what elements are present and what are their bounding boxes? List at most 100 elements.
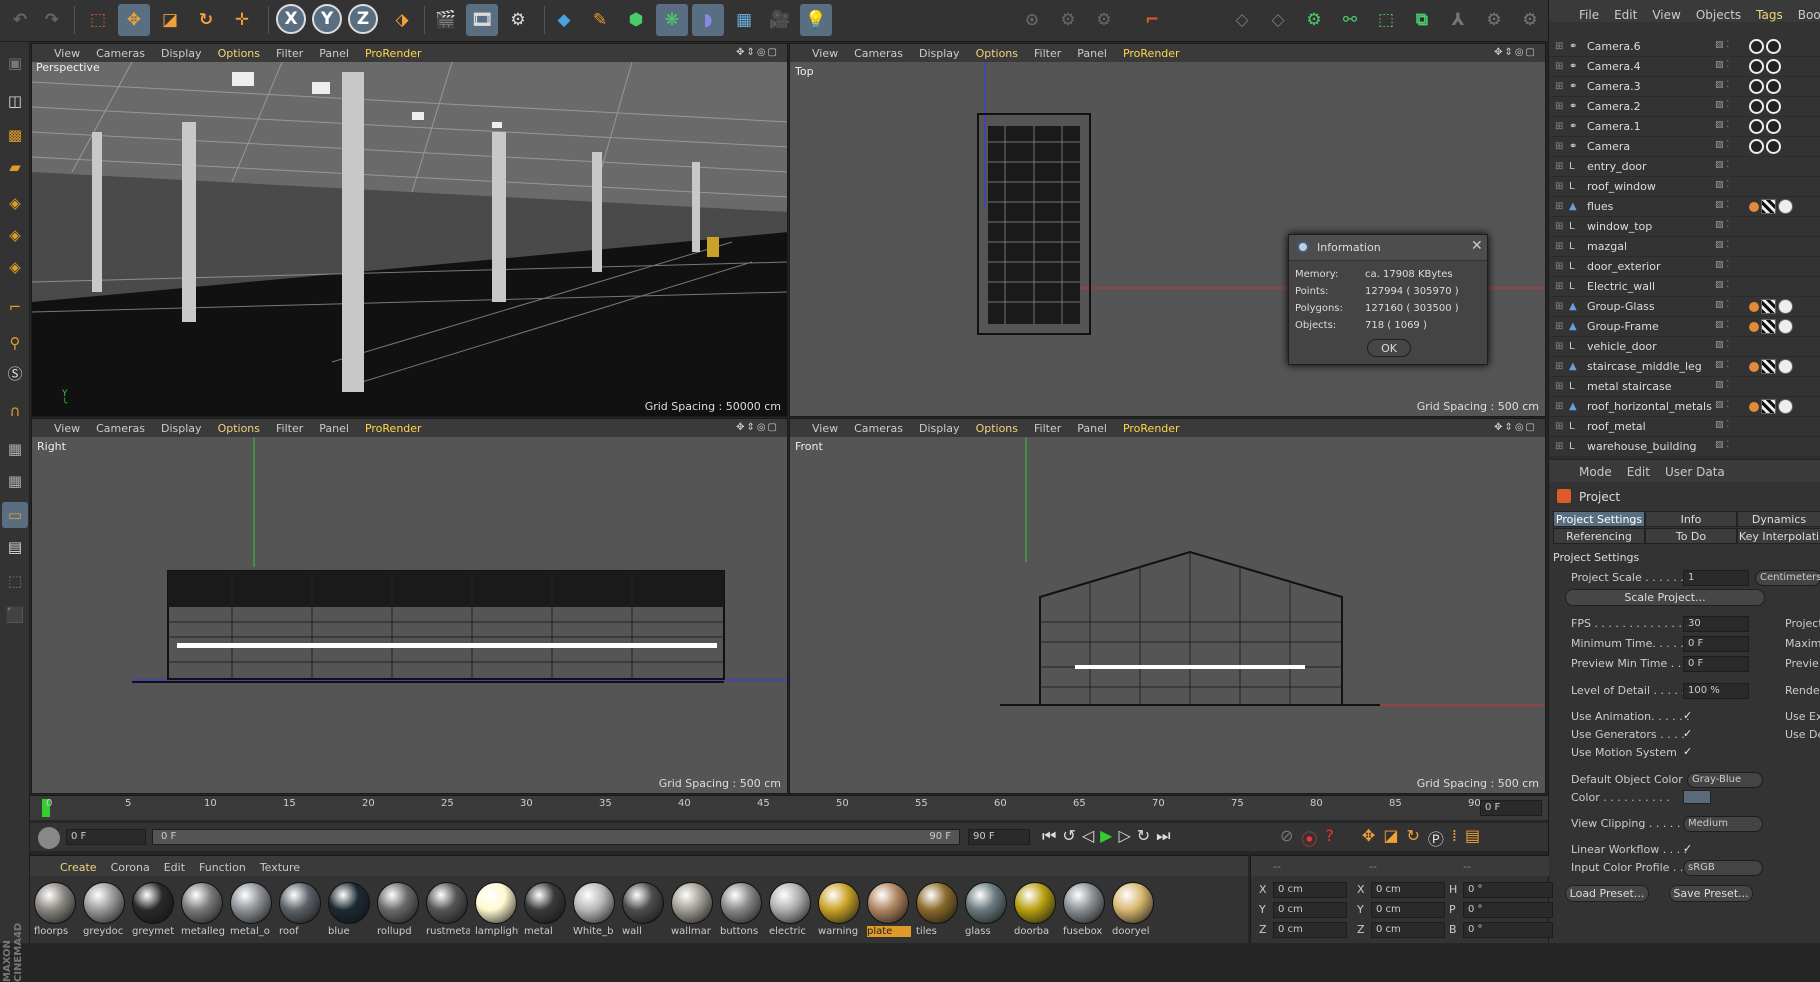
material-swatch[interactable]: White_b xyxy=(573,882,617,942)
axis-icon[interactable]: ⌐ xyxy=(2,294,28,320)
menu-view[interactable]: View xyxy=(812,47,838,60)
key-position-icon[interactable]: ✥ xyxy=(1362,826,1375,850)
workplane-mode-icon[interactable]: ▰ xyxy=(2,154,28,180)
menu-edit[interactable]: Edit xyxy=(1614,8,1637,22)
menu-cameras[interactable]: Cameras xyxy=(96,47,145,60)
visibility-toggle[interactable]: ▨ ⁚ xyxy=(1715,420,1737,434)
object-name[interactable]: window_top xyxy=(1587,220,1652,233)
visibility-toggle[interactable]: ▨ ⁚ xyxy=(1715,260,1737,274)
viewport-nav-icons[interactable]: ✥⇕◎▢ xyxy=(736,47,779,58)
add-object-icon[interactable]: ✛ xyxy=(226,4,258,36)
material-swatch[interactable]: plate xyxy=(867,882,911,942)
go-to-end-icon[interactable]: ⏭ xyxy=(1156,826,1170,846)
polygons-mode-icon[interactable]: ⚙ xyxy=(1298,4,1330,36)
menu-edit[interactable]: Edit xyxy=(164,861,185,874)
move-icon[interactable]: ✥ xyxy=(118,4,150,36)
visibility-toggle[interactable]: ▨ ⁚ xyxy=(1715,280,1737,294)
visibility-toggle[interactable]: ▨ ⁚ xyxy=(1715,140,1737,154)
uv-icon[interactable]: ⚙ xyxy=(1514,4,1546,36)
viewport-right[interactable]: View Cameras Display Options Filter Pane… xyxy=(31,418,788,794)
object-name[interactable]: entry_door xyxy=(1587,160,1647,173)
camera-tag-icon[interactable] xyxy=(1766,119,1781,134)
current-frame-field[interactable]: 0 F xyxy=(1480,800,1542,816)
object-name[interactable]: door_exterior xyxy=(1587,260,1660,273)
material-tag-icon[interactable] xyxy=(1778,319,1793,334)
object-row[interactable]: ⊞ Lvehicle_door ▨ ⁚ xyxy=(1549,337,1820,357)
expand-icon[interactable]: ⊞ xyxy=(1555,361,1563,372)
coord-field[interactable]: 0 ° xyxy=(1463,902,1553,918)
material-swatch[interactable]: dooryel xyxy=(1112,882,1156,942)
expand-icon[interactable]: ⊞ xyxy=(1555,421,1563,432)
texture-mode-icon[interactable]: ▩ xyxy=(2,122,28,148)
menu-cameras[interactable]: Cameras xyxy=(854,422,903,435)
coord-field[interactable]: 0 cm xyxy=(1371,882,1445,898)
viewport-nav-icons[interactable]: ✥⇕◎▢ xyxy=(1494,47,1537,58)
material-tag-icon[interactable] xyxy=(1778,199,1793,214)
expand-icon[interactable]: ⊞ xyxy=(1555,281,1563,292)
material-swatch[interactable]: floorps xyxy=(34,882,78,942)
viewport-nav-icons[interactable]: ✥⇕◎▢ xyxy=(736,422,779,433)
tab-key-interpolation[interactable]: Key Interpolati xyxy=(1737,528,1820,544)
expand-icon[interactable]: ⊞ xyxy=(1555,261,1563,272)
visibility-toggle[interactable]: ▨ ⁚ xyxy=(1715,100,1737,114)
fps-field[interactable]: 30 xyxy=(1683,616,1749,632)
expand-icon[interactable]: ⊞ xyxy=(1555,41,1563,52)
phong-tag-icon[interactable] xyxy=(1749,362,1759,372)
expand-icon[interactable]: ⊞ xyxy=(1555,181,1563,192)
tab-info[interactable]: Info xyxy=(1645,511,1737,527)
object-row[interactable]: ⊞ ⚭ Camera ▨ ⁚ xyxy=(1549,137,1820,157)
visibility-toggle[interactable]: ▨ ⁚ xyxy=(1715,440,1737,454)
expand-icon[interactable]: ⊞ xyxy=(1555,301,1563,312)
camera-tag-icon[interactable] xyxy=(1766,59,1781,74)
camera-tag-icon[interactable] xyxy=(1749,79,1764,94)
menu-options[interactable]: Options xyxy=(218,47,260,60)
object-row[interactable]: ⊞ Lwarehouse_building ▨ ⁚ xyxy=(1549,437,1820,457)
object-row[interactable]: ⊞ Lwindow_top ▨ ⁚ xyxy=(1549,217,1820,237)
object-row[interactable]: ⊞ Lroof_window ▨ ⁚ xyxy=(1549,177,1820,197)
input-color-profile-select[interactable]: sRGB xyxy=(1683,860,1763,876)
color-swatch[interactable] xyxy=(1683,790,1711,804)
start-frame-field[interactable]: 0 F xyxy=(66,829,146,845)
coord-field[interactable]: 0 ° xyxy=(1463,922,1553,938)
menu-panel[interactable]: Panel xyxy=(1077,422,1107,435)
visibility-toggle[interactable]: ▨ ⁚ xyxy=(1715,220,1737,234)
object-row[interactable]: ⊞ ⚭ Camera.6 ▨ ⁚ xyxy=(1549,37,1820,57)
phong-tag-icon[interactable] xyxy=(1749,302,1759,312)
visibility-toggle[interactable]: ▨ ⁚ xyxy=(1715,240,1737,254)
object-name[interactable]: Camera.2 xyxy=(1587,100,1641,113)
menu-view[interactable]: View xyxy=(54,47,80,60)
object-name[interactable]: Camera xyxy=(1587,140,1630,153)
menu-display[interactable]: Display xyxy=(161,422,202,435)
visibility-toggle[interactable]: ▨ ⁚ xyxy=(1715,60,1737,74)
menu-options[interactable]: Options xyxy=(976,422,1018,435)
menu-view[interactable]: View xyxy=(54,422,80,435)
key-scale-icon[interactable]: ◪ xyxy=(1383,826,1398,850)
material-swatch[interactable]: electric xyxy=(769,882,813,942)
camera-tag-icon[interactable] xyxy=(1766,139,1781,154)
previous-key-icon[interactable]: ↺ xyxy=(1062,826,1075,846)
ok-button[interactable]: OK xyxy=(1367,339,1411,357)
floor-icon[interactable]: ▦ xyxy=(728,4,760,36)
material-swatch[interactable]: blue xyxy=(328,882,372,942)
phong-tag-icon[interactable] xyxy=(1749,202,1759,212)
workplane-icon[interactable]: ⚙ xyxy=(1088,4,1120,36)
use-generators-checkbox[interactable]: ✓ xyxy=(1683,727,1692,740)
material-swatch[interactable]: glass xyxy=(965,882,1009,942)
expand-icon[interactable]: ⊞ xyxy=(1555,121,1563,132)
object-row[interactable]: ⊞ ⚭ Camera.3 ▨ ⁚ xyxy=(1549,77,1820,97)
visibility-toggle[interactable]: ▨ ⁚ xyxy=(1715,360,1737,374)
object-row[interactable]: ⊞ Lmetal staircase ▨ ⁚ xyxy=(1549,377,1820,397)
default-object-color-select[interactable]: Gray-Blue xyxy=(1687,772,1763,788)
edges-mode-icon[interactable]: ◇ xyxy=(1262,4,1294,36)
solo-icon[interactable]: Ⓢ xyxy=(2,360,28,386)
expand-icon[interactable]: ⊞ xyxy=(1555,241,1563,252)
coord-field[interactable]: 0 cm xyxy=(1273,902,1347,918)
texture-mode-icon[interactable]: ⬚ xyxy=(1370,4,1402,36)
object-mode-icon[interactable]: ◫ xyxy=(2,88,28,114)
expand-icon[interactable]: ⊞ xyxy=(1555,321,1563,332)
object-name[interactable]: roof_window xyxy=(1587,180,1656,193)
material-tag-icon[interactable] xyxy=(1778,399,1793,414)
scale-project-button[interactable]: Scale Project... xyxy=(1565,589,1765,606)
texture-tag-icon[interactable] xyxy=(1761,399,1776,414)
menu-view[interactable]: View xyxy=(812,422,838,435)
